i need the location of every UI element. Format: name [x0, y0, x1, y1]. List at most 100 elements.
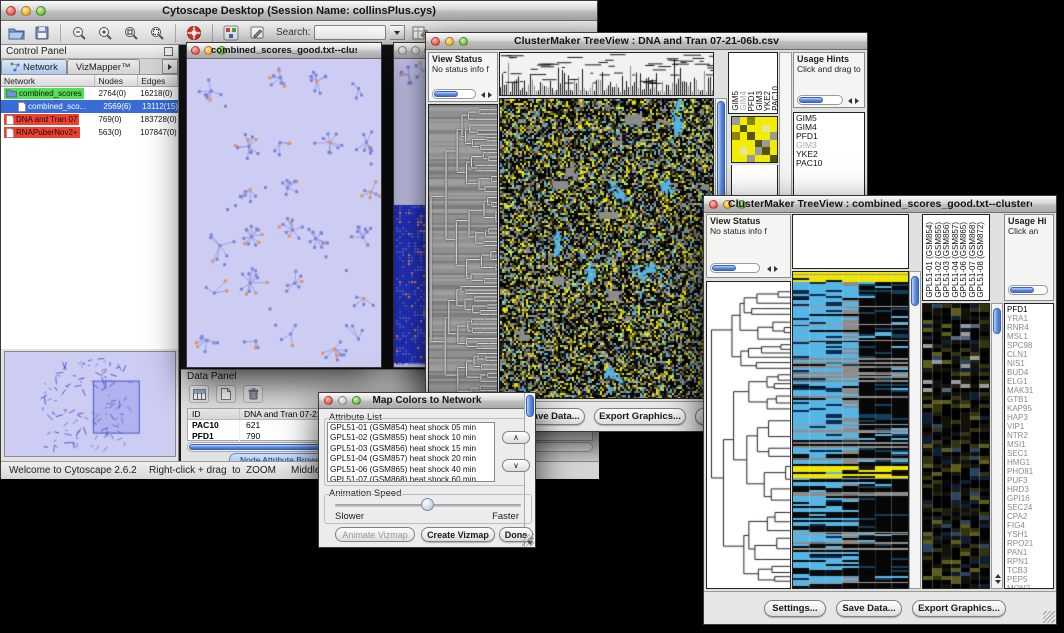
- slider-thumb[interactable]: [421, 498, 434, 511]
- overview-canvas[interactable]: [5, 352, 175, 456]
- gene-label[interactable]: RPO21: [1007, 539, 1053, 548]
- gene-label[interactable]: TCB3: [1007, 566, 1053, 575]
- slider-thumb[interactable]: [1010, 287, 1034, 293]
- network-row[interactable]: combined_scores 2764(0) 16218(0): [1, 87, 178, 100]
- gene-label[interactable]: YSH1: [1007, 530, 1053, 539]
- slider-arrows[interactable]: [767, 266, 778, 272]
- close-button[interactable]: [6, 6, 16, 16]
- arrow-right-icon[interactable]: [855, 98, 859, 104]
- column-dendrogram-canvas[interactable]: [500, 53, 713, 95]
- attribute-item[interactable]: GPL51-03 (GSM856) heat shock 15 min: [328, 444, 494, 454]
- select-attributes-icon[interactable]: [189, 385, 209, 403]
- network-row-selected[interactable]: combined_sco... 2569(6) 13112(15): [1, 100, 178, 113]
- main-titlebar[interactable]: Cytoscape Desktop (Session Name: collins…: [1, 1, 597, 21]
- save-data-button[interactable]: Save Data...: [836, 600, 902, 617]
- zoom-slider[interactable]: [710, 263, 760, 273]
- slider-arrows[interactable]: [481, 92, 492, 98]
- gene-label[interactable]: VIP1: [1007, 422, 1053, 431]
- zoom-heatmap-canvas[interactable]: [923, 304, 989, 589]
- move-up-button[interactable]: ∧: [502, 431, 530, 444]
- gene-label[interactable]: PUF3: [1007, 476, 1053, 485]
- gene-label[interactable]: SPC98: [1007, 341, 1053, 350]
- scrollbar-thumb[interactable]: [993, 308, 1001, 334]
- attribute-list[interactable]: GPL51-01 (GSM854) heat shock 05 min GPL51…: [327, 422, 495, 482]
- help-lifesaver-icon[interactable]: [183, 23, 205, 43]
- slider-thumb[interactable]: [434, 91, 458, 97]
- gene-label[interactable]: ELG1: [1007, 377, 1053, 386]
- heatmap-canvas[interactable]: [500, 99, 713, 399]
- arrow-left-icon[interactable]: [848, 98, 852, 104]
- resize-grip[interactable]: [1043, 611, 1055, 623]
- zoom-heatmap-pane[interactable]: [922, 303, 990, 589]
- row-dendrogram-pane[interactable]: [428, 104, 498, 399]
- gene-label[interactable]: MSL1: [1007, 332, 1053, 341]
- heatmap-pane[interactable]: [792, 271, 909, 589]
- create-vizmap-button[interactable]: Create Vizmap: [421, 527, 495, 542]
- close-button[interactable]: [431, 37, 440, 46]
- zoom-in-icon[interactable]: [94, 23, 116, 43]
- zoom-slider[interactable]: [432, 89, 476, 99]
- dialog-titlebar[interactable]: Map Colors to Network: [319, 393, 535, 409]
- arrow-down-icon[interactable]: [995, 580, 1001, 584]
- gene-label[interactable]: HMG1: [1007, 458, 1053, 467]
- tab-network[interactable]: Network: [1, 59, 67, 74]
- export-graphics-button[interactable]: Export Graphics...: [912, 600, 1006, 617]
- gene-label[interactable]: GTB1: [1007, 395, 1053, 404]
- scrollbar-arrows[interactable]: [994, 574, 1001, 584]
- animate-vizmap-button[interactable]: Animate Vizmap: [335, 527, 415, 542]
- contrast-slider[interactable]: [1008, 285, 1048, 295]
- tab-overflow-button[interactable]: [162, 59, 178, 74]
- close-button[interactable]: [709, 200, 718, 209]
- arrow-left-icon[interactable]: [481, 92, 485, 98]
- gene-label[interactable]: SEC24: [1007, 503, 1053, 512]
- scrollbar-thumb[interactable]: [526, 395, 534, 417]
- heatmap-pane[interactable]: [499, 98, 714, 399]
- attribute-item[interactable]: GPL51-01 (GSM854) heat shock 05 min: [328, 423, 494, 433]
- export-graphics-button[interactable]: Export Graphics...: [594, 408, 686, 425]
- slider-thumb[interactable]: [712, 265, 736, 271]
- arrow-right-icon[interactable]: [774, 266, 778, 272]
- search-dropdown-button[interactable]: [390, 25, 405, 40]
- open-folder-icon[interactable]: [5, 23, 27, 43]
- network-overview-navigator[interactable]: [4, 351, 176, 457]
- annotation-icon[interactable]: [246, 23, 268, 43]
- row-dendrogram-pane[interactable]: [706, 281, 791, 589]
- window-titlebar[interactable]: combined_scores_good.txt--cluste...: [187, 43, 381, 59]
- contrast-slider[interactable]: [797, 95, 843, 105]
- zoom-fit-icon[interactable]: [146, 23, 168, 43]
- minimize-button[interactable]: [411, 46, 420, 55]
- slider-arrows[interactable]: [848, 98, 859, 104]
- float-panel-icon[interactable]: [164, 47, 173, 56]
- heatmap-canvas[interactable]: [793, 272, 908, 589]
- column-dendrogram-pane[interactable]: [792, 214, 909, 269]
- heatmap-vertical-scrollbar[interactable]: [909, 271, 921, 589]
- move-down-button[interactable]: ∨: [502, 459, 530, 472]
- tab-vizmapper[interactable]: VizMapper™: [67, 59, 140, 74]
- gene-label[interactable]: KAP95: [1007, 404, 1053, 413]
- slider-thumb[interactable]: [799, 97, 823, 103]
- column-dendrogram-pane[interactable]: [499, 52, 714, 96]
- gene-label[interactable]: MAK31: [1007, 386, 1053, 395]
- gene-label[interactable]: HRD3: [1007, 485, 1053, 494]
- delete-attribute-icon[interactable]: [243, 385, 263, 403]
- gene-label[interactable]: GPI16: [1007, 494, 1053, 503]
- gene-label[interactable]: HAP3: [1007, 413, 1053, 422]
- gene-vertical-scrollbar[interactable]: [991, 303, 1003, 589]
- gene-label[interactable]: PEP5: [1007, 575, 1053, 584]
- window-titlebar[interactable]: ClusterMaker TreeView : combined_scores_…: [704, 196, 1056, 213]
- attribute-item[interactable]: GPL51-04 (GSM857) heat shock 20 min: [328, 454, 494, 464]
- gene-label[interactable]: NTR2: [1007, 431, 1053, 440]
- gene-label[interactable]: PAC10: [796, 159, 864, 168]
- new-attribute-icon[interactable]: [216, 385, 236, 403]
- gene-label[interactable]: PHO81: [1007, 467, 1053, 476]
- network-view-canvas[interactable]: [187, 59, 381, 367]
- gene-label[interactable]: YRA1: [1007, 314, 1053, 323]
- gene-label[interactable]: BUD4: [1007, 368, 1053, 377]
- row-dendrogram-canvas[interactable]: [429, 105, 497, 399]
- gene-label[interactable]: NIS1: [1007, 359, 1053, 368]
- gene-label[interactable]: FIG4: [1007, 521, 1053, 530]
- search-input[interactable]: [314, 25, 386, 40]
- zoom-out-icon[interactable]: [68, 23, 90, 43]
- attribute-item[interactable]: GPL51-06 (GSM865) heat shock 40 min: [328, 465, 494, 475]
- gene-label[interactable]: MSI1: [1007, 440, 1053, 449]
